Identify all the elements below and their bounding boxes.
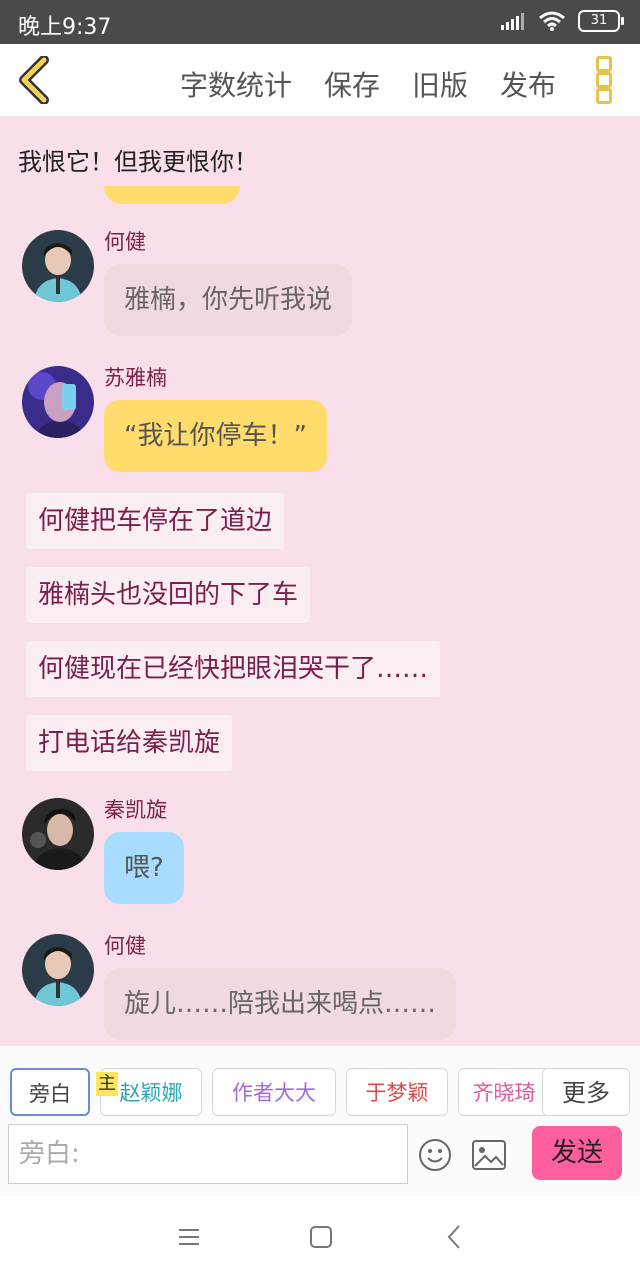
narration-item[interactable]: 雅楠头也没回的下了车 (26, 567, 311, 623)
publish-button[interactable]: 发布 (500, 64, 556, 104)
menu-icon[interactable] (176, 1224, 202, 1250)
chat-area[interactable]: 我恨它！但我更恨你！ 何健 雅楠，你先听我说 苏雅楠 “我让你停车！” 何健把车… (0, 116, 640, 1046)
role-chip[interactable]: 作者大大 (212, 1068, 336, 1116)
message-bubble[interactable]: 喂? (104, 832, 184, 904)
word-count-button[interactable]: 字数统计 (180, 64, 292, 104)
sender-name: 秦凯旋 (104, 798, 167, 822)
old-version-button[interactable]: 旧版 (412, 64, 468, 104)
main-role-badge: 主 (96, 1072, 118, 1096)
top-toolbar: 字数统计 保存 旧版 发布 (0, 44, 640, 116)
back-arrow-icon[interactable] (14, 56, 60, 104)
partial-bubble (104, 186, 240, 204)
emoji-icon[interactable] (418, 1138, 452, 1172)
message-bubble[interactable]: 旋儿……陪我出来喝点…… (104, 968, 457, 1040)
more-options-icon[interactable] (596, 56, 612, 104)
sender-name: 苏雅楠 (104, 366, 167, 390)
message-input[interactable]: 旁白: (8, 1124, 408, 1184)
pinned-text: 我恨它！但我更恨你！ (18, 148, 258, 176)
send-button[interactable]: 发送 (532, 1126, 622, 1180)
wifi-icon (539, 11, 565, 31)
more-roles-button[interactable]: 更多 (542, 1068, 630, 1116)
status-icons: 31 (500, 10, 624, 32)
avatar[interactable] (22, 934, 94, 1006)
avatar[interactable] (22, 230, 94, 302)
role-chip-narration[interactable]: 旁白 (10, 1068, 90, 1116)
role-chip[interactable]: 齐晓琦 (458, 1068, 550, 1116)
sender-name: 何健 (104, 230, 146, 254)
status-time: 晚上9:37 (18, 15, 112, 40)
image-icon[interactable] (472, 1140, 506, 1170)
narration-item[interactable]: 何健把车停在了道边 (26, 493, 285, 549)
status-bar: 晚上9:37 31 (0, 0, 640, 44)
save-button[interactable]: 保存 (324, 64, 380, 104)
back-nav-icon[interactable] (442, 1224, 468, 1250)
avatar[interactable] (22, 798, 94, 870)
narration-item[interactable]: 何健现在已经快把眼泪哭干了…… (26, 641, 441, 697)
role-chip[interactable]: 于梦颖 (346, 1068, 448, 1116)
sender-name: 何健 (104, 934, 146, 958)
avatar[interactable] (22, 366, 94, 438)
signal-icon (501, 13, 524, 30)
battery-icon: 31 (578, 10, 624, 32)
composer: 旁白 赵颖娜 作者大大 于梦颖 齐晓琦 更多 主 旁白: 发送 (0, 1046, 640, 1196)
message-bubble[interactable]: 雅楠，你先听我说 (104, 264, 353, 336)
narration-item[interactable]: 打电话给秦凯旋 (26, 715, 233, 771)
system-nav-bar (0, 1196, 640, 1280)
home-icon[interactable] (308, 1224, 334, 1250)
message-bubble[interactable]: “我让你停车！” (104, 400, 327, 472)
toolbar-menu: 字数统计 保存 旧版 发布 (180, 64, 556, 104)
